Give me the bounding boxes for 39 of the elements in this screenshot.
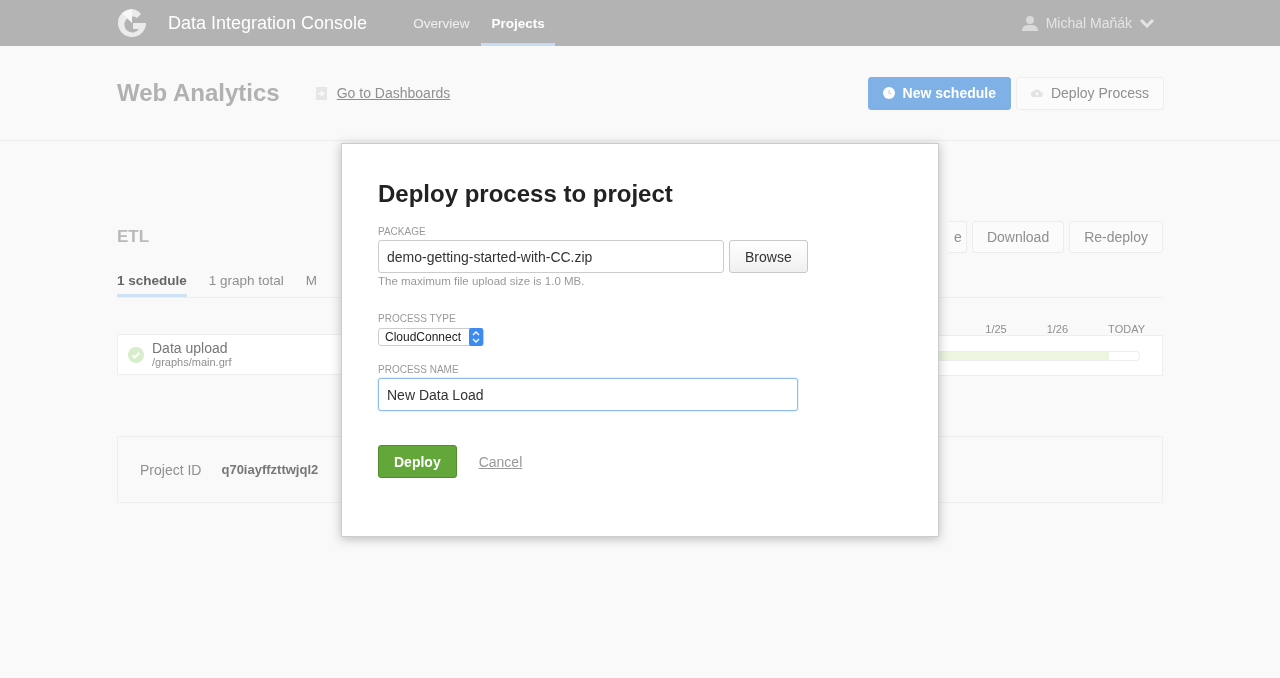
clock-icon [882,87,895,99]
stepper-icon[interactable] [469,328,484,346]
process-tab[interactable]: 1 schedule [117,273,187,297]
process-title: ETL [117,227,151,247]
field-label: PROCESS TYPE [378,313,457,324]
project-id-value: q70iayffzttwjql2 [221,462,319,477]
process-name-field[interactable]: New Data Load [378,378,798,411]
schedule-path: /graphs/main.grf [152,355,232,369]
browse-button[interactable]: Browse [729,240,808,273]
schedule-name: Data upload [152,340,229,356]
project-id-label: Project ID [140,461,202,478]
check-icon [128,346,144,363]
dialog-title: Deploy process to project [378,180,674,208]
process-tab[interactable]: 1 graph total [208,273,284,297]
field-label: PACKAGE [378,226,427,237]
app-title: Data Integration Console [168,12,368,34]
nav-tab[interactable]: Overview [403,0,480,46]
new-schedule-button[interactable]: New schedule [867,76,1011,110]
timeline-date: 1/26 [1046,323,1069,335]
project-title: Web Analytics [117,79,280,107]
process-tab[interactable]: M [305,273,318,297]
upload-hint: The maximum file upload size is 1.0 MB. [378,275,586,287]
cloud-upload-icon [1030,87,1043,99]
deploy-process-button[interactable]: Deploy Process [1015,76,1164,110]
process-button[interactable]: e [948,221,967,253]
cancel-link[interactable]: Cancel [478,453,523,470]
schedule-card[interactable]: Data upload /graphs/main.grf [117,334,341,375]
process-type-select[interactable]: CloudConnect [378,328,485,346]
process-button[interactable]: Download [971,221,1065,253]
nav-tab[interactable]: Projects [481,0,555,46]
timeline-date: 1/25 [985,323,1007,335]
process-button[interactable]: Re-deploy [1069,221,1163,253]
timeline-date: TODAY [1108,323,1145,335]
dashboards-link[interactable]: Go to Dashboards [336,85,451,101]
field-label: PROCESS NAME [378,364,460,375]
logo-icon [117,8,147,38]
deploy-button[interactable]: Deploy [378,445,457,478]
package-field[interactable]: demo-getting-started-with-CC.zip [378,240,724,273]
user-icon [1021,15,1038,31]
